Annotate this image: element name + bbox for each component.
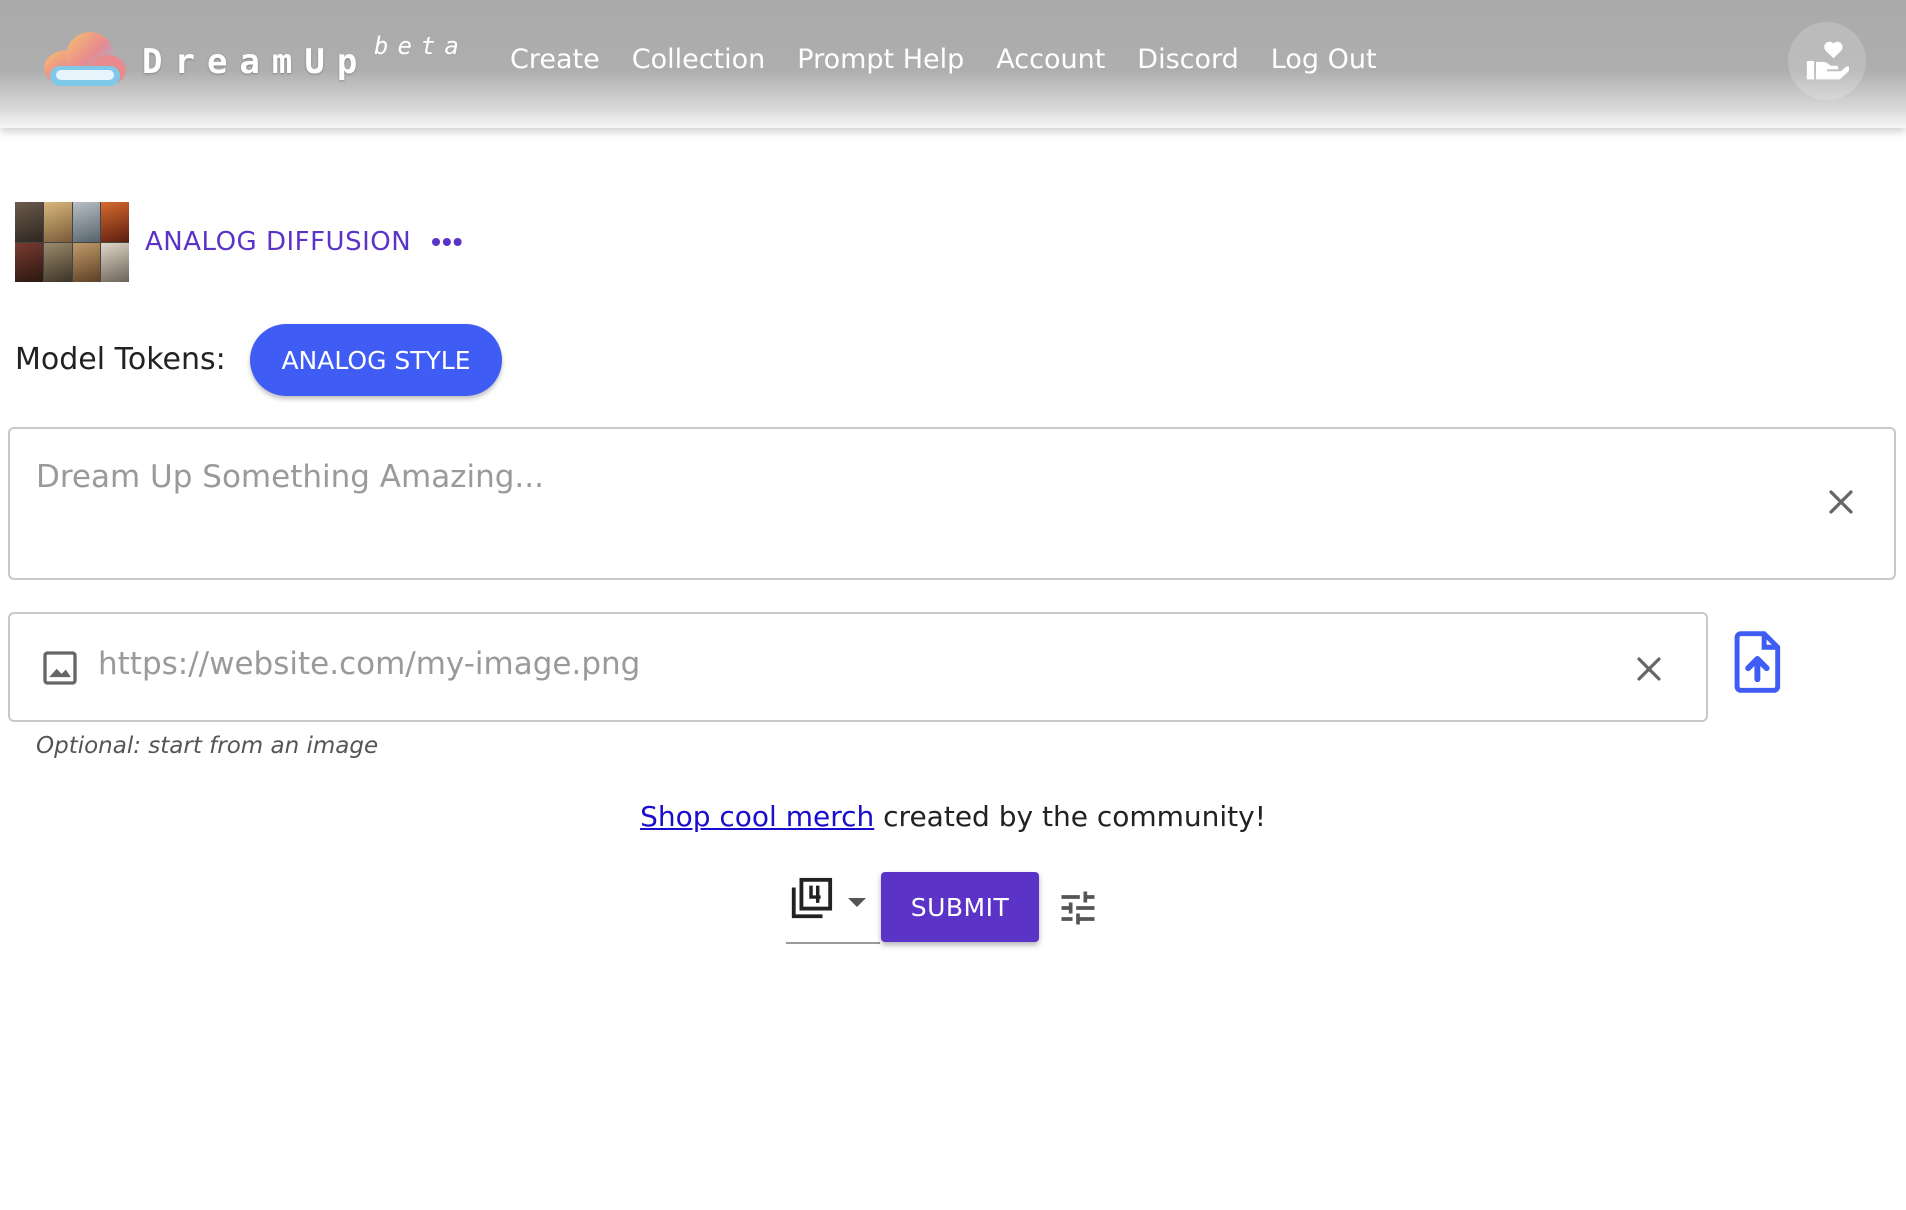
model-name[interactable]: ANALOG DIFFUSION (145, 227, 411, 257)
brand-name[interactable]: DreamUp (142, 42, 369, 82)
more-options-icon[interactable]: ••• (431, 228, 463, 256)
advanced-settings-button[interactable] (1056, 886, 1100, 930)
close-icon (1829, 490, 1853, 514)
file-upload-icon (1734, 631, 1781, 693)
upload-image-button[interactable] (1728, 630, 1788, 694)
image-url-clear-button[interactable] (1622, 642, 1676, 696)
close-icon (1637, 657, 1661, 681)
nav-collection[interactable]: Collection (632, 44, 766, 75)
submit-button[interactable]: SUBMIT (881, 872, 1039, 942)
brand-beta-tag: beta (374, 32, 468, 60)
prompt-input[interactable] (36, 459, 1776, 495)
image-icon (43, 651, 77, 685)
tune-icon (1061, 891, 1095, 925)
cloud-logo-icon[interactable] (38, 26, 128, 90)
shop-merch-link[interactable]: Shop cool merch (640, 800, 874, 833)
merch-promo-text: created by the community! (874, 800, 1266, 833)
image-url-hint: Optional: start from an image (36, 733, 379, 759)
nav-log-out[interactable]: Log Out (1271, 44, 1377, 75)
model-selector: ANALOG DIFFUSION ••• (15, 202, 464, 282)
token-chip-analog-style[interactable]: ANALOG STYLE (250, 324, 502, 396)
nav-prompt-help[interactable]: Prompt Help (797, 44, 964, 75)
model-thumbnail[interactable] (15, 202, 129, 282)
top-navbar: DreamUp beta Create Collection Prompt He… (0, 0, 1906, 128)
prompt-field (8, 427, 1896, 580)
merch-promo: Shop cool merch created by the community… (0, 800, 1906, 833)
prompt-clear-button[interactable] (1814, 475, 1868, 529)
nav-discord[interactable]: Discord (1137, 44, 1239, 75)
donate-button[interactable] (1788, 22, 1866, 100)
image-url-field (8, 612, 1708, 722)
main-nav: Create Collection Prompt Help Account Di… (510, 44, 1409, 75)
model-tokens-label: Model Tokens: (15, 342, 226, 377)
filter-4-icon (791, 877, 833, 919)
image-url-input[interactable] (98, 646, 1578, 682)
nav-create[interactable]: Create (510, 44, 600, 75)
image-count-select[interactable] (786, 872, 880, 944)
hand-heart-icon (1806, 41, 1849, 80)
chevron-down-icon (848, 898, 866, 907)
nav-account[interactable]: Account (996, 44, 1105, 75)
